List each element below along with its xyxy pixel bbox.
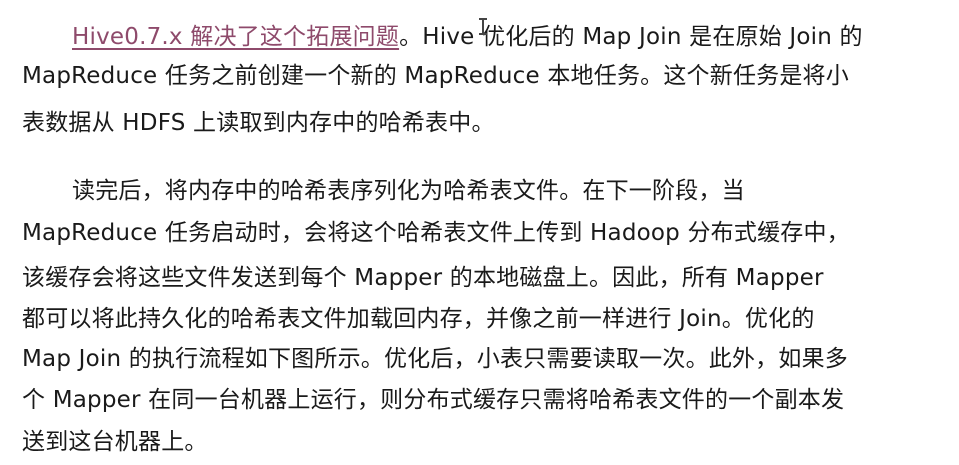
- paragraph2-line1: 读完后，将内存中的哈希表序列化为哈希表文件。在下一阶段，当: [72, 178, 745, 204]
- paragraph2-line7: 送到这台机器上。: [22, 429, 208, 455]
- paragraph1-line1: Hive0.7.x 解决了这个拓展问题。Hive 优化后的 Map Join 是…: [72, 18, 863, 56]
- paragraph2-line6: 个 Mapper 在同一台机器上运行，则分布式缓存只需将哈希表文件的一个副本发: [22, 387, 845, 413]
- paragraph1-line3: 表数据从 HDFS 上读取到内存中的哈希表中。: [22, 110, 495, 136]
- document-page: Hive0.7.x 解决了这个拓展问题。Hive 优化后的 Map Join 是…: [0, 0, 959, 465]
- paragraph2-line3: 该缓存会将这些文件发送到每个 Mapper 的本地磁盘上。因此，所有 Mappe…: [22, 265, 824, 291]
- text-cursor-icon: [479, 18, 487, 35]
- hive-version-link[interactable]: Hive0.7.x 解决了这个拓展问题: [72, 24, 399, 50]
- paragraph1-line2: MapReduce 任务之前创建一个新的 MapReduce 本地任务。这个新任…: [22, 63, 849, 89]
- paragraph2-line2: MapReduce 任务启动时，会将这个哈希表文件上传到 Hadoop 分布式缓…: [22, 220, 850, 246]
- paragraph2-line4: 都可以将此持久化的哈希表文件加载回内存，并像之前一样进行 Join。优化的: [22, 306, 815, 332]
- paragraph1-line1-text: 。Hive 优化后的 Map Join 是在原始 Join 的: [399, 24, 863, 50]
- paragraph2-line5: Map Join 的执行流程如下图所示。优化后，小表只需要读取一次。此外，如果多: [22, 346, 848, 372]
